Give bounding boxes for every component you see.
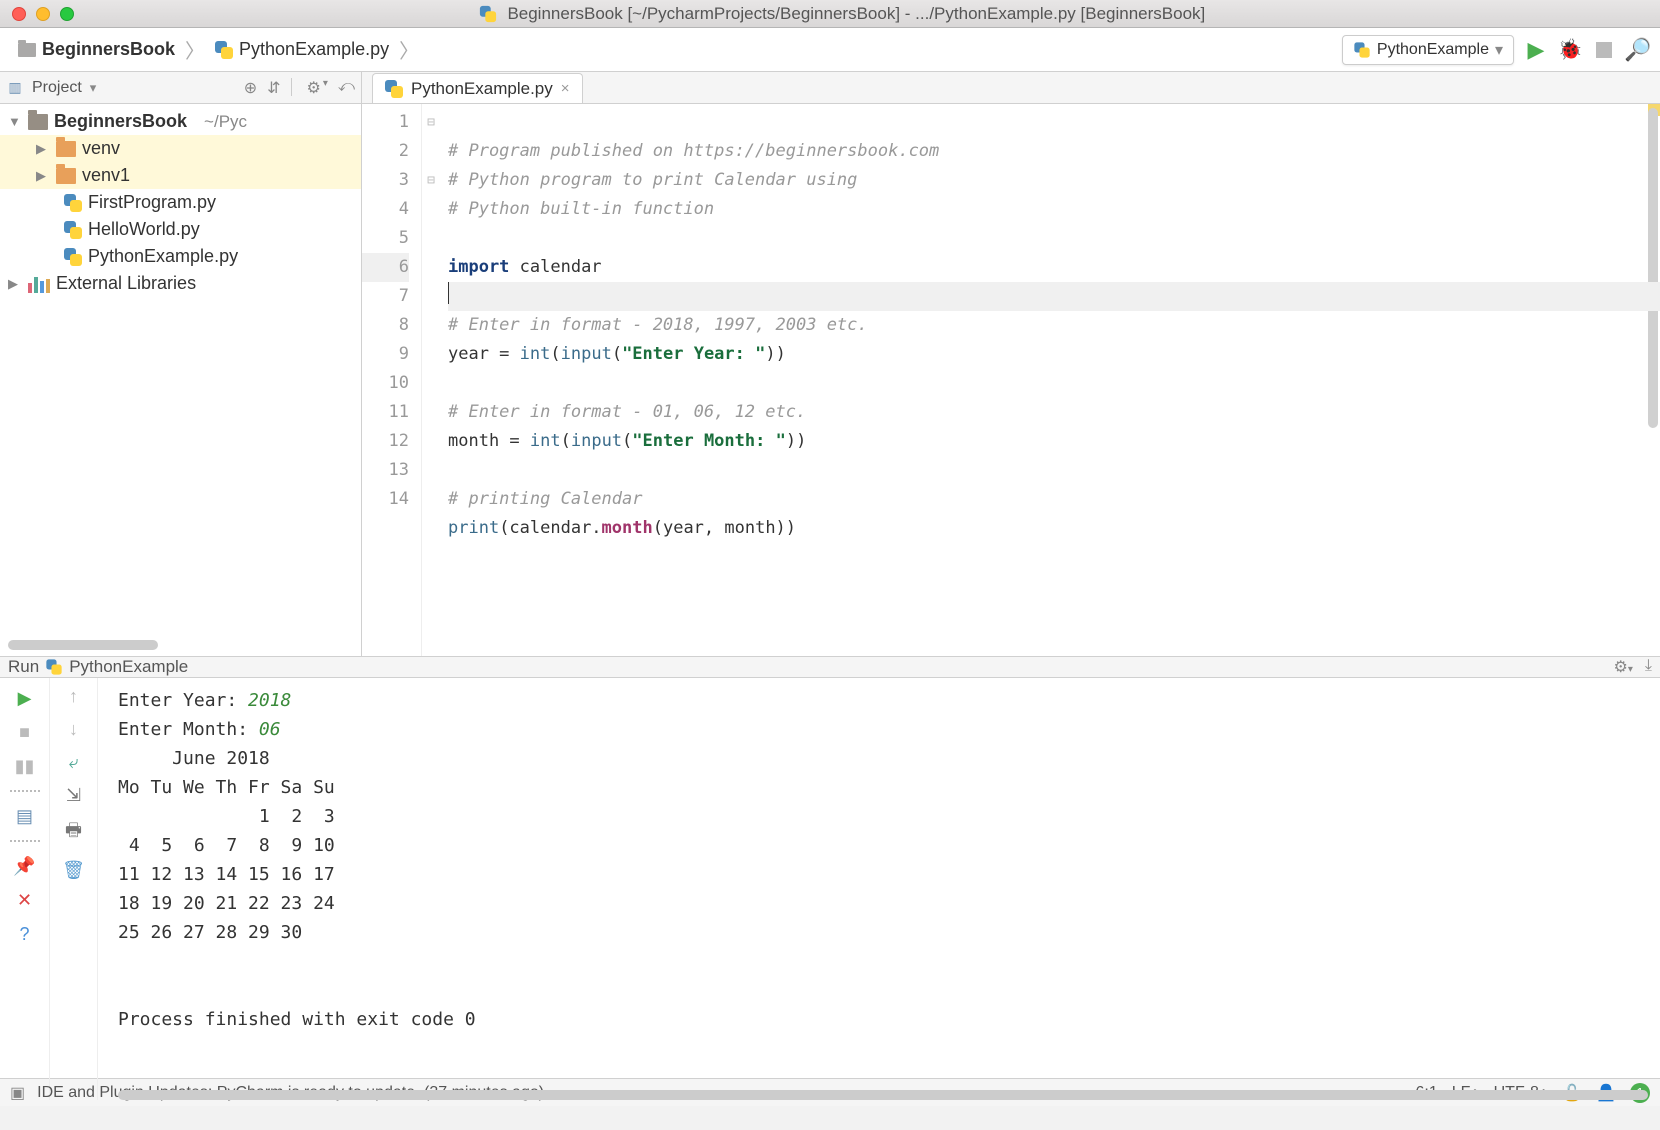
search-everywhere-button[interactable]: 🔍	[1626, 38, 1650, 62]
close-tab-icon[interactable]: ×	[561, 80, 570, 97]
layout-button[interactable]: ▤	[13, 804, 37, 828]
code-area[interactable]: # Program published on https://beginners…	[440, 104, 1660, 656]
tree-external-libraries[interactable]: ▶ External Libraries	[0, 270, 361, 297]
tree-folder-venv[interactable]: ▶ venv	[0, 135, 361, 162]
run-output[interactable]: Enter Year: 2018 Enter Month: 06 June 20…	[98, 678, 1660, 1100]
rerun-button[interactable]: ▶	[13, 686, 37, 710]
chevron-down-icon: ▾	[323, 78, 328, 98]
output-scrollbar[interactable]	[118, 1090, 1648, 1100]
chevron-right-icon: 〉	[399, 35, 419, 64]
title-bar: BeginnersBook [~/PycharmProjects/Beginne…	[0, 0, 1660, 28]
folder-icon	[56, 141, 76, 157]
tree-file[interactable]: PythonExample.py	[0, 243, 361, 270]
tree-file[interactable]: HelloWorld.py	[0, 216, 361, 243]
project-tree: ▼ BeginnersBook ~/Pyc ▶ venv ▶ venv1 Fir…	[0, 104, 361, 301]
editor-tabs: PythonExample.py ×	[362, 72, 1660, 104]
expand-arrow-icon[interactable]: ▶	[36, 141, 50, 157]
folder-icon	[56, 168, 76, 184]
folder-icon	[18, 43, 36, 57]
project-sidebar: ▥ Project▾ ⊕ ⇵ ⚙▾ ⤺ ▼ BeginnersBook ~/Py…	[0, 72, 362, 656]
run-output-toolbar: ↑ ↓ ⤶ ⇲ 🖶 🗑	[50, 678, 98, 1100]
up-button[interactable]: ↑	[69, 686, 78, 707]
print-button[interactable]: 🖶	[65, 818, 82, 848]
breadcrumb: BeginnersBook 〉 PythonExample.py 〉	[10, 35, 419, 64]
divider	[10, 840, 40, 842]
main-area: ▥ Project▾ ⊕ ⇵ ⚙▾ ⤺ ▼ BeginnersBook ~/Py…	[0, 72, 1660, 656]
python-file-icon	[64, 248, 82, 266]
project-tab-label[interactable]: Project	[32, 79, 82, 97]
help-button[interactable]: ?	[13, 922, 37, 946]
sidebar-header: ▥ Project▾ ⊕ ⇵ ⚙▾ ⤺	[0, 72, 361, 104]
breadcrumb-project[interactable]: BeginnersBook	[10, 35, 183, 64]
debug-button[interactable]: 🐞	[1558, 38, 1582, 62]
expand-arrow-icon[interactable]: ▼	[8, 114, 22, 129]
run-action-toolbar: ▶ ■ ▮▮ ▤ 📌 ✕ ?	[0, 678, 50, 1100]
main-toolbar: BeginnersBook 〉 PythonExample.py 〉 Pytho…	[0, 28, 1660, 72]
run-label: Run	[8, 657, 39, 677]
hide-icon[interactable]: ⤺	[338, 78, 355, 98]
window-title: BeginnersBook [~/PycharmProjects/Beginne…	[24, 4, 1660, 24]
editor: PythonExample.py × 1234567891011121314 ⊟…	[362, 72, 1660, 656]
pycharm-icon	[480, 6, 496, 22]
tree-folder-venv1[interactable]: ▶ venv1	[0, 162, 361, 189]
python-file-icon	[385, 80, 403, 98]
soft-wrap-button[interactable]: ⤶	[68, 752, 78, 773]
sidebar-scrollbar[interactable]	[8, 640, 158, 650]
fold-icon[interactable]: ⊟	[422, 108, 440, 137]
run-header: Run PythonExample ⚙▾ ⤓	[0, 657, 1660, 678]
run-configuration-selector[interactable]: PythonExample ▾	[1342, 35, 1514, 65]
folder-icon	[28, 114, 48, 130]
stop-button[interactable]	[1592, 38, 1616, 62]
scroll-to-end-button[interactable]: ⇲	[66, 785, 81, 806]
run-config-name: PythonExample	[69, 657, 188, 677]
gear-icon[interactable]: ⚙	[307, 78, 321, 98]
expand-arrow-icon[interactable]: ▶	[36, 168, 50, 184]
fold-gutter: ⊟⊟	[422, 104, 440, 656]
tree-file[interactable]: FirstProgram.py	[0, 189, 361, 216]
download-icon[interactable]: ⤓	[1645, 657, 1652, 677]
sidebar-tools: ⊕ ⇵ ⚙▾ ⤺	[244, 78, 355, 98]
stop-icon	[1596, 42, 1612, 58]
line-gutter: 1234567891011121314	[362, 104, 422, 656]
editor-tab[interactable]: PythonExample.py ×	[372, 73, 583, 103]
expand-arrow-icon[interactable]: ▶	[8, 276, 22, 292]
editor-body[interactable]: 1234567891011121314 ⊟⊟ # Program publish…	[362, 104, 1660, 656]
text-cursor	[448, 282, 449, 304]
project-view-icon: ▥	[6, 79, 24, 97]
gear-icon[interactable]: ⚙▾	[1614, 657, 1633, 677]
toolbar-right: PythonExample ▾ ▶ 🐞 🔍	[1342, 35, 1650, 65]
run-button[interactable]: ▶	[1524, 38, 1548, 62]
breadcrumb-file[interactable]: PythonExample.py	[207, 35, 397, 64]
python-icon	[47, 659, 62, 674]
python-file-icon	[215, 41, 233, 59]
down-button[interactable]: ↓	[69, 719, 78, 740]
python-file-icon	[64, 194, 82, 212]
pause-button[interactable]: ▮▮	[13, 754, 37, 778]
stop-button[interactable]: ■	[13, 720, 37, 744]
tool-window-icon[interactable]: ▣	[10, 1083, 25, 1103]
pin-button[interactable]: 📌	[13, 854, 37, 878]
run-header-tools: ⚙▾ ⤓	[1614, 657, 1652, 677]
clear-button[interactable]: 🗑	[62, 860, 85, 881]
tree-root[interactable]: ▼ BeginnersBook ~/Pyc	[0, 108, 361, 135]
chevron-right-icon: 〉	[185, 35, 205, 64]
python-file-icon	[64, 221, 82, 239]
fold-icon[interactable]: ⊟	[422, 166, 440, 195]
chevron-down-icon: ▾	[1495, 40, 1503, 60]
divider	[10, 790, 40, 792]
library-icon	[28, 275, 50, 293]
close-button[interactable]: ✕	[13, 888, 37, 912]
run-tool-window: Run PythonExample ⚙▾ ⤓ ▶ ■ ▮▮ ▤ 📌 ✕ ? ↑ …	[0, 656, 1660, 1078]
run-body: ▶ ■ ▮▮ ▤ 📌 ✕ ? ↑ ↓ ⤶ ⇲ 🖶 🗑 Enter Year: 2…	[0, 678, 1660, 1100]
collapse-all-icon[interactable]: ⇵	[267, 78, 280, 98]
python-icon	[1354, 42, 1369, 57]
scroll-from-source-icon[interactable]: ⊕	[244, 78, 257, 98]
divider	[291, 78, 297, 96]
chevron-down-icon: ▾	[90, 80, 97, 96]
